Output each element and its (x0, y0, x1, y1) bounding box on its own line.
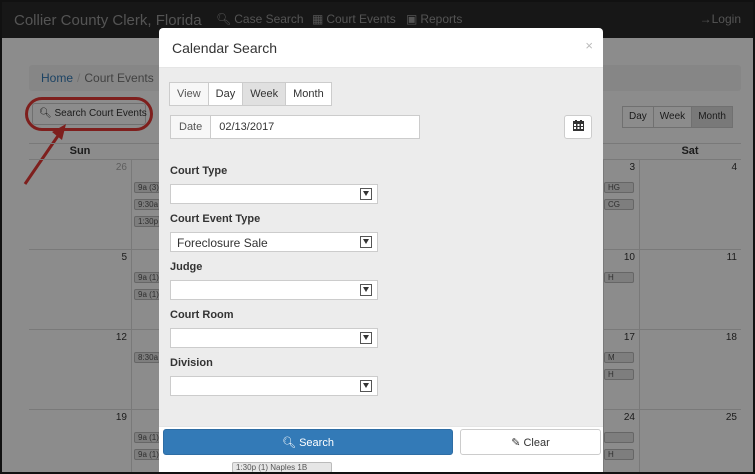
court-event-type-label: Court Event Type (170, 213, 261, 225)
view-option-week[interactable]: Week (242, 82, 287, 106)
modal-header: Calendar Search × (159, 28, 603, 68)
chevron-down-icon (360, 332, 372, 344)
modal-title: Calendar Search (172, 40, 278, 56)
app-frame: Collier County Clerk, Florida 🔍︎ Case Sea… (0, 0, 755, 474)
division-label: Division (170, 357, 213, 369)
calendar-icon (572, 120, 584, 131)
date-input-group: Date (170, 115, 420, 139)
date-label: Date (170, 115, 212, 139)
court-event-type-value: Foreclosure Sale (177, 236, 268, 250)
court-event-type-select[interactable]: Foreclosure Sale (170, 232, 378, 252)
close-icon[interactable]: × (585, 38, 593, 53)
view-option-day[interactable]: Day (207, 82, 244, 106)
chevron-down-icon (360, 380, 372, 392)
calendar-picker-button[interactable] (564, 115, 592, 139)
division-select[interactable] (170, 376, 378, 396)
court-type-select[interactable] (170, 184, 378, 204)
clear-button[interactable]: ✎ Clear (460, 429, 601, 455)
search-button-label: Search (299, 437, 334, 449)
court-type-label: Court Type (170, 165, 228, 177)
chevron-down-icon (360, 188, 372, 200)
chevron-down-icon (360, 284, 372, 296)
calendar-search-modal: Calendar Search × View Day Week Month Da… (159, 28, 603, 472)
view-label: View (169, 82, 209, 106)
date-input[interactable] (211, 115, 420, 139)
judge-label: Judge (170, 261, 203, 273)
modal-body: View Day Week Month Date 02/13/2017 Cour… (159, 68, 603, 426)
eraser-icon: ✎ (511, 437, 521, 449)
court-room-select[interactable] (170, 328, 378, 348)
view-selector: View Day Week Month (169, 82, 332, 106)
chevron-down-icon (360, 236, 372, 248)
calendar-event[interactable]: 1:30p (1) Naples 1B (232, 462, 332, 472)
clear-button-label: Clear (523, 437, 550, 449)
modal-footer: 🔍︎ Search ✎ Clear (159, 426, 603, 472)
search-icon: 🔍︎ (282, 437, 297, 449)
view-option-month[interactable]: Month (285, 82, 332, 106)
judge-select[interactable] (170, 280, 378, 300)
court-room-label: Court Room (170, 309, 234, 321)
search-button[interactable]: 🔍︎ Search (163, 429, 453, 455)
